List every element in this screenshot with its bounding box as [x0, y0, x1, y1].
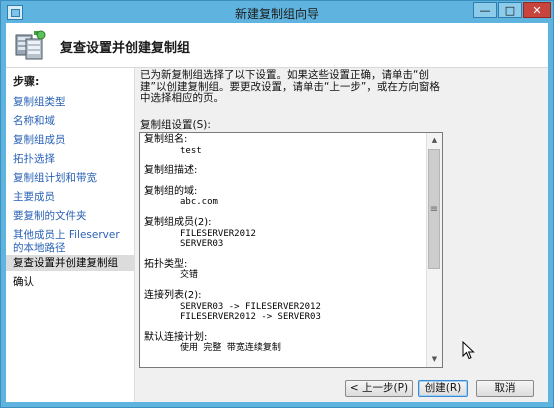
step-link-folders[interactable]: 要复制的文件夹 [13, 210, 131, 223]
settings-section: 复制组描述: [144, 166, 428, 177]
step-current-review: 复查设置并创建复制组 [6, 255, 134, 271]
settings-section-title: 复制组的域: [144, 185, 198, 197]
step-link-local-path[interactable]: 其他成员上 Fileserver 的本地路径 [13, 229, 131, 255]
settings-section: 连接列表(2): SERVER03 -> FILESERVER2012 FILESE… [144, 289, 428, 323]
settings-section-value: SERVER03 [180, 239, 224, 250]
settings-section: 默认连接计划: 使用 完整 带宽连续复制 [144, 331, 428, 354]
mouse-cursor-icon [462, 341, 475, 360]
create-button[interactable]: 创建(R) [418, 380, 468, 397]
minimize-button[interactable]: — [473, 2, 497, 18]
wizard-header: 复查设置并创建复制组 [6, 23, 548, 68]
settings-scrollbar[interactable]: ▲ ≡ ▼ [426, 133, 442, 367]
title-bar[interactable]: 新建复制组向导 — □ ✕ [1, 1, 553, 23]
settings-section: 复制组名: test [144, 134, 428, 156]
back-button[interactable]: < 上一步(P) [345, 380, 413, 397]
settings-textbox[interactable]: 复制组名: test 复制组描述: 复制组的域: abc.com 复制组成员(2): FIL… [139, 132, 443, 368]
settings-section-title: 复制组描述: [144, 165, 198, 177]
step-link-type[interactable]: 复制组类型 [13, 96, 131, 109]
wizard-window: 新建复制组向导 — □ ✕ 复查设置并创建复制组 步骤: 复制组类型 名称和域 … [0, 0, 554, 408]
settings-section: 拓扑类型: 交错 [144, 258, 428, 281]
replication-group-icon [15, 30, 46, 60]
settings-section-title: 默认连接计划: [144, 331, 208, 343]
settings-section-value: test [180, 145, 202, 156]
step-confirm: 确认 [13, 276, 34, 288]
steps-pane: 步骤: 复制组类型 名称和域 复制组成员 拓扑选择 复制组计划和带宽 主要成员 … [6, 68, 135, 402]
settings-section-value: FILESERVER2012 -> SERVER03 [180, 312, 321, 323]
settings-content: 复制组名: test 复制组描述: 复制组的域: abc.com 复制组成员(2): FIL… [144, 134, 428, 364]
settings-label: 复制组设置(S): [140, 119, 211, 131]
step-link-primary-member[interactable]: 主要成员 [13, 191, 131, 204]
cancel-button[interactable]: 取消 [476, 380, 534, 397]
settings-section-value: abc.com [180, 197, 218, 208]
steps-title: 步骤: [13, 75, 40, 88]
settings-section-title: 连接列表(2): [144, 289, 202, 301]
step-link-members[interactable]: 复制组成员 [13, 134, 131, 147]
scroll-up-arrow-icon[interactable]: ▲ [427, 133, 442, 148]
page-title: 复查设置并创建复制组 [60, 41, 191, 56]
settings-section-value: 使用 完整 带宽连续复制 [180, 343, 281, 354]
close-button[interactable]: ✕ [523, 2, 551, 18]
settings-section-value: FILESERVER2012 [180, 228, 256, 239]
settings-section-value: SERVER03 -> FILESERVER2012 [180, 301, 321, 312]
settings-section: 复制组成员(2): FILESERVER2012 SERVER03 [144, 216, 428, 250]
scroll-thumb[interactable]: ≡ [428, 149, 440, 269]
settings-section-value: 交错 [180, 270, 199, 281]
maximize-button[interactable]: □ [498, 2, 522, 18]
settings-section: 复制组的域: abc.com [144, 185, 428, 208]
scroll-down-arrow-icon[interactable]: ▼ [427, 352, 442, 367]
settings-section-title: 拓扑类型: [144, 258, 188, 270]
step-link-topology[interactable]: 拓扑选择 [13, 153, 131, 166]
step-link-schedule-bandwidth[interactable]: 复制组计划和带宽 [13, 172, 131, 185]
window-title: 新建复制组向导 [234, 7, 319, 21]
settings-section-title: 复制组成员(2): [144, 216, 212, 228]
settings-section-title: 复制组名: [144, 134, 188, 145]
step-link-name-domain[interactable]: 名称和域 [13, 115, 131, 128]
description-text: 已为新复制组选择了以下设置。如果这些设置正确，请单击“创建”以创建复制组。要更改… [140, 69, 440, 104]
